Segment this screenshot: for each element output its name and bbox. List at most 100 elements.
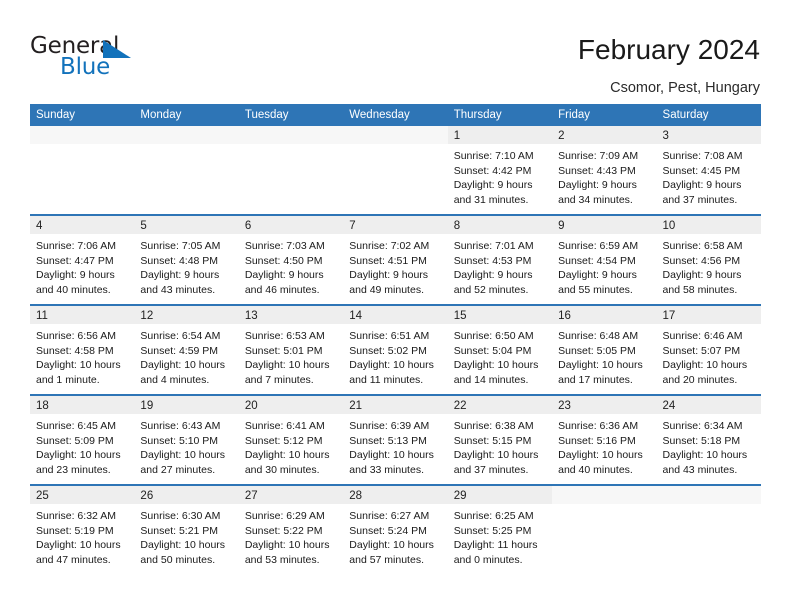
day-cell-13[interactable]: 13 Sunrise: 6:53 AM Sunset: 5:01 PM Dayligh… bbox=[238, 306, 344, 394]
calendar-week-row: 1 Sunrise: 7:10 AM Sunset: 4:42 PM Daylight… bbox=[30, 126, 761, 216]
day-cell-14[interactable]: 14 Sunrise: 6:51 AM Sunset: 5:02 PM Dayligh… bbox=[343, 306, 448, 394]
day-number: 16 bbox=[558, 310, 571, 322]
day-cell-26[interactable]: 26 Sunrise: 6:30 AM Sunset: 5:21 PM Dayligh… bbox=[134, 486, 239, 574]
day-detail-line: Sunrise: 6:45 AM bbox=[36, 420, 116, 432]
day-detail-line: Daylight: 9 hours bbox=[662, 269, 742, 282]
day-number-band: 29 bbox=[447, 486, 553, 504]
day-number-band: 3 bbox=[656, 126, 761, 144]
day-cell-15[interactable]: 15 Sunrise: 6:50 AM Sunset: 5:04 PM Dayligh… bbox=[447, 306, 553, 394]
day-number-band: 6 bbox=[238, 216, 344, 234]
day-cell-1[interactable]: 1 Sunrise: 7:10 AM Sunset: 4:42 PM Daylight… bbox=[447, 126, 553, 214]
day-detail-line: Sunset: 5:12 PM bbox=[244, 434, 323, 447]
day-details: Sunrise: 6:48 AM Sunset: 5:05 PM Daylight:… bbox=[552, 324, 656, 387]
day-cell-4[interactable]: 4 Sunrise: 7:06 AM Sunset: 4:47 PM Daylight… bbox=[30, 216, 135, 304]
brand-logo[interactable]: General Blue bbox=[30, 33, 250, 89]
calendar-week-row: 25 Sunrise: 6:32 AM Sunset: 5:19 PM Dayligh… bbox=[30, 486, 761, 574]
day-cell-28[interactable]: 28 Sunrise: 6:27 AM Sunset: 5:24 PM Dayligh… bbox=[343, 486, 448, 574]
day-detail-line: Sunrise: 6:30 AM bbox=[140, 510, 221, 522]
day-cell-24[interactable]: 24 Sunrise: 6:34 AM Sunset: 5:18 PM Dayligh… bbox=[656, 396, 761, 484]
page-header: General Blue February 2024 Csomor, Pest,… bbox=[30, 33, 760, 96]
day-detail-line: Daylight: 9 hours bbox=[558, 269, 637, 282]
day-detail-line: Sunrise: 7:10 AM bbox=[453, 150, 534, 162]
day-number: 23 bbox=[558, 400, 571, 412]
day-cell-5[interactable]: 5 Sunrise: 7:05 AM Sunset: 4:48 PM Daylight… bbox=[134, 216, 239, 304]
day-cell-12[interactable]: 12 Sunrise: 6:54 AM Sunset: 4:59 PM Dayligh… bbox=[134, 306, 239, 394]
day-detail-line: Sunrise: 6:41 AM bbox=[244, 420, 325, 432]
day-details: Sunrise: 6:58 AM Sunset: 4:56 PM Daylight:… bbox=[657, 234, 761, 297]
day-cell-16[interactable]: 16 Sunrise: 6:48 AM Sunset: 5:05 PM Dayligh… bbox=[552, 306, 657, 394]
day-cell-empty bbox=[238, 126, 344, 214]
day-detail-line: and 20 minutes. bbox=[662, 373, 738, 386]
day-number: 1 bbox=[453, 130, 461, 142]
day-cell-23[interactable]: 23 Sunrise: 6:36 AM Sunset: 5:16 PM Dayligh… bbox=[552, 396, 657, 484]
day-number: 24 bbox=[662, 400, 676, 412]
day-number: 29 bbox=[453, 490, 467, 502]
day-number: 18 bbox=[36, 400, 49, 412]
day-detail-line: Sunset: 4:48 PM bbox=[140, 254, 219, 267]
day-number: 8 bbox=[453, 220, 461, 232]
day-number: 15 bbox=[453, 310, 467, 322]
day-number-band: 20 bbox=[238, 396, 344, 414]
day-detail-line: Sunset: 4:45 PM bbox=[662, 164, 741, 177]
day-detail-line: Sunset: 5:02 PM bbox=[349, 344, 427, 357]
day-details: Sunrise: 6:56 AM Sunset: 4:58 PM Daylight:… bbox=[30, 324, 134, 387]
day-cell-19[interactable]: 19 Sunrise: 6:43 AM Sunset: 5:10 PM Dayligh… bbox=[134, 396, 239, 484]
day-detail-line: Daylight: 10 hours bbox=[140, 539, 226, 552]
day-details: Sunrise: 6:51 AM Sunset: 5:02 PM Daylight:… bbox=[343, 324, 447, 387]
day-detail-line: Daylight: 9 hours bbox=[349, 269, 429, 282]
day-detail-line: and 40 minutes. bbox=[36, 283, 111, 296]
day-cell-7[interactable]: 7 Sunrise: 7:02 AM Sunset: 4:51 PM Daylight… bbox=[343, 216, 448, 304]
day-cell-9[interactable]: 9 Sunrise: 6:59 AM Sunset: 4:54 PM Daylight… bbox=[552, 216, 657, 304]
day-cell-6[interactable]: 6 Sunrise: 7:03 AM Sunset: 4:50 PM Daylight… bbox=[238, 216, 344, 304]
day-number: 22 bbox=[453, 400, 467, 412]
day-detail-line: Daylight: 10 hours bbox=[36, 539, 121, 552]
day-cell-22[interactable]: 22 Sunrise: 6:38 AM Sunset: 5:15 PM Dayligh… bbox=[447, 396, 553, 484]
day-cell-17[interactable]: 17 Sunrise: 6:46 AM Sunset: 5:07 PM Dayligh… bbox=[656, 306, 761, 394]
weekday-header-tuesday: Tuesday bbox=[244, 109, 289, 121]
day-detail-line: Sunrise: 6:34 AM bbox=[662, 420, 743, 432]
day-detail-line: Sunrise: 7:03 AM bbox=[244, 240, 325, 252]
day-cell-2[interactable]: 2 Sunrise: 7:09 AM Sunset: 4:43 PM Daylight… bbox=[552, 126, 657, 214]
day-detail-line: and 37 minutes. bbox=[662, 193, 738, 206]
day-detail-line: Sunrise: 7:02 AM bbox=[349, 240, 430, 252]
day-cell-27[interactable]: 27 Sunrise: 6:29 AM Sunset: 5:22 PM Dayligh… bbox=[238, 486, 344, 574]
day-details: Sunrise: 6:41 AM Sunset: 5:12 PM Daylight:… bbox=[239, 414, 343, 477]
day-details bbox=[239, 144, 343, 149]
day-number-band: 22 bbox=[447, 396, 553, 414]
day-cell-10[interactable]: 10 Sunrise: 6:58 AM Sunset: 4:56 PM Dayligh… bbox=[656, 216, 761, 304]
day-detail-line: Sunset: 4:47 PM bbox=[36, 254, 114, 267]
day-cell-empty bbox=[343, 126, 448, 214]
day-cell-11[interactable]: 11 Sunrise: 6:56 AM Sunset: 4:58 PM Dayligh… bbox=[30, 306, 135, 394]
day-details: Sunrise: 6:27 AM Sunset: 5:24 PM Daylight:… bbox=[343, 504, 447, 567]
day-cell-21[interactable]: 21 Sunrise: 6:39 AM Sunset: 5:13 PM Dayligh… bbox=[343, 396, 448, 484]
day-cell-25[interactable]: 25 Sunrise: 6:32 AM Sunset: 5:19 PM Dayligh… bbox=[30, 486, 135, 574]
day-number-band: 10 bbox=[656, 216, 761, 234]
day-number-band: 8 bbox=[447, 216, 553, 234]
day-detail-line: Sunset: 5:22 PM bbox=[244, 524, 323, 537]
weekday-header-friday: Friday bbox=[558, 109, 591, 121]
calendar-page: General Blue February 2024 Csomor, Pest,… bbox=[0, 0, 792, 612]
day-cell-empty bbox=[552, 486, 657, 574]
day-detail-line: Daylight: 10 hours bbox=[453, 449, 539, 462]
day-number-band: 19 bbox=[134, 396, 239, 414]
day-cell-29[interactable]: 29 Sunrise: 6:25 AM Sunset: 5:25 PM Dayligh… bbox=[447, 486, 553, 574]
day-detail-line: Sunset: 4:54 PM bbox=[558, 254, 636, 267]
day-detail-line: Sunset: 5:24 PM bbox=[349, 524, 427, 537]
calendar-week-row: 4 Sunrise: 7:06 AM Sunset: 4:47 PM Daylight… bbox=[30, 216, 761, 306]
day-number: 10 bbox=[662, 220, 676, 232]
day-details bbox=[134, 144, 238, 149]
day-cell-20[interactable]: 20 Sunrise: 6:41 AM Sunset: 5:12 PM Dayligh… bbox=[238, 396, 344, 484]
day-cell-8[interactable]: 8 Sunrise: 7:01 AM Sunset: 4:53 PM Daylight… bbox=[447, 216, 553, 304]
day-details bbox=[552, 504, 656, 509]
day-details: Sunrise: 6:50 AM Sunset: 5:04 PM Daylight:… bbox=[448, 324, 552, 387]
weekday-header-wednesday: Wednesday bbox=[349, 109, 410, 121]
day-number-band: 1 bbox=[447, 126, 553, 144]
day-cell-18[interactable]: 18 Sunrise: 6:45 AM Sunset: 5:09 PM Dayligh… bbox=[30, 396, 135, 484]
day-detail-line: and 46 minutes. bbox=[244, 283, 320, 296]
day-cell-3[interactable]: 3 Sunrise: 7:08 AM Sunset: 4:45 PM Daylight… bbox=[656, 126, 761, 214]
day-details: Sunrise: 6:29 AM Sunset: 5:22 PM Daylight:… bbox=[239, 504, 343, 567]
day-detail-line: Daylight: 10 hours bbox=[36, 449, 121, 462]
day-detail-line: and 7 minutes. bbox=[244, 373, 314, 386]
day-number: 26 bbox=[140, 490, 154, 502]
day-detail-line: Daylight: 10 hours bbox=[140, 359, 226, 372]
